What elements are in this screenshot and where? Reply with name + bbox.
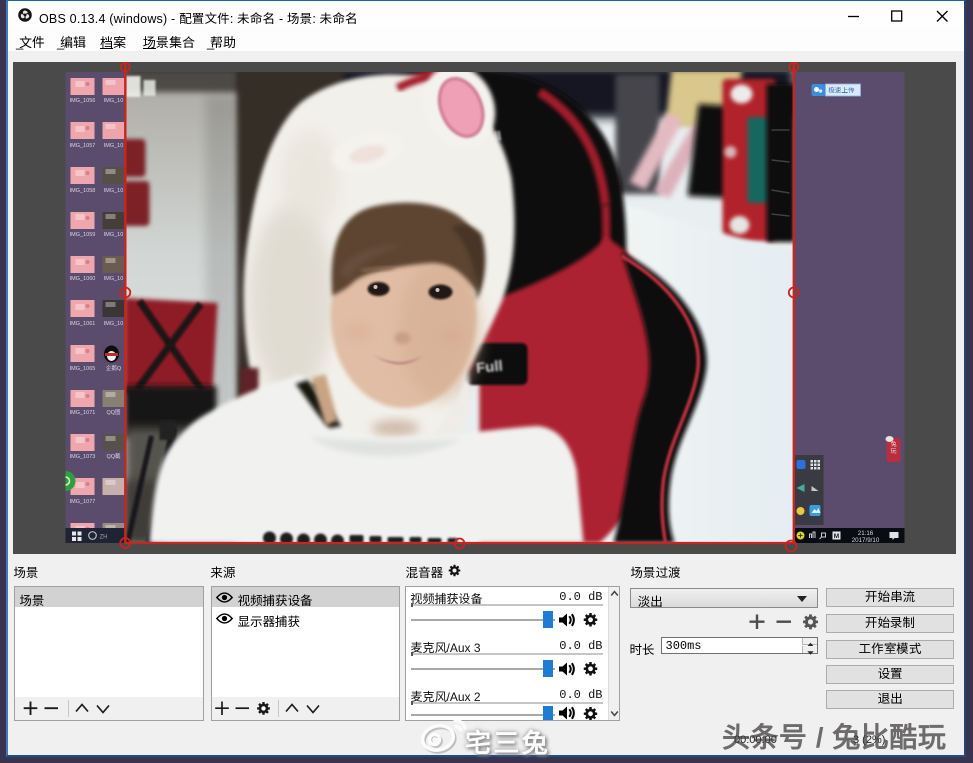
- svg-text:QQ截: QQ截: [106, 452, 121, 460]
- svg-text:IMG_10: IMG_10: [104, 232, 124, 238]
- svg-text:21:16: 21:16: [858, 530, 874, 537]
- svg-text:IMG_1061: IMG_1061: [70, 321, 96, 327]
- svg-text:IMG_1058: IMG_1058: [70, 188, 96, 194]
- svg-text:IMG_1060: IMG_1060: [70, 276, 96, 282]
- svg-text:M: M: [834, 533, 839, 540]
- svg-text:玩: 玩: [890, 446, 896, 455]
- svg-text:IMG_10: IMG_10: [104, 276, 124, 282]
- svg-text:IMG_10: IMG_10: [104, 143, 124, 149]
- svg-text:IMG_10: IMG_10: [104, 98, 124, 104]
- svg-text:企鹅Q: 企鹅Q: [106, 364, 122, 372]
- svg-text:ZH: ZH: [100, 534, 108, 540]
- svg-text:2017/9/10: 2017/9/10: [852, 537, 880, 544]
- svg-text:IMG_1065: IMG_1065: [70, 366, 96, 372]
- svg-text:极速上传: 极速上传: [829, 84, 856, 94]
- svg-text:IMG_1073: IMG_1073: [70, 454, 96, 460]
- svg-text:IMG_1071: IMG_1071: [70, 410, 96, 416]
- svg-text:IMG_1056: IMG_1056: [70, 98, 96, 104]
- svg-text:IMG_1077: IMG_1077: [70, 499, 96, 505]
- svg-text:IMG_10: IMG_10: [104, 321, 124, 327]
- svg-text:Full: Full: [475, 357, 503, 376]
- svg-text:IMG_1057: IMG_1057: [70, 143, 96, 149]
- svg-text:IMG_10: IMG_10: [104, 188, 124, 194]
- svg-text:IMG_1059: IMG_1059: [70, 232, 96, 238]
- svg-text:QQ图: QQ图: [106, 408, 121, 416]
